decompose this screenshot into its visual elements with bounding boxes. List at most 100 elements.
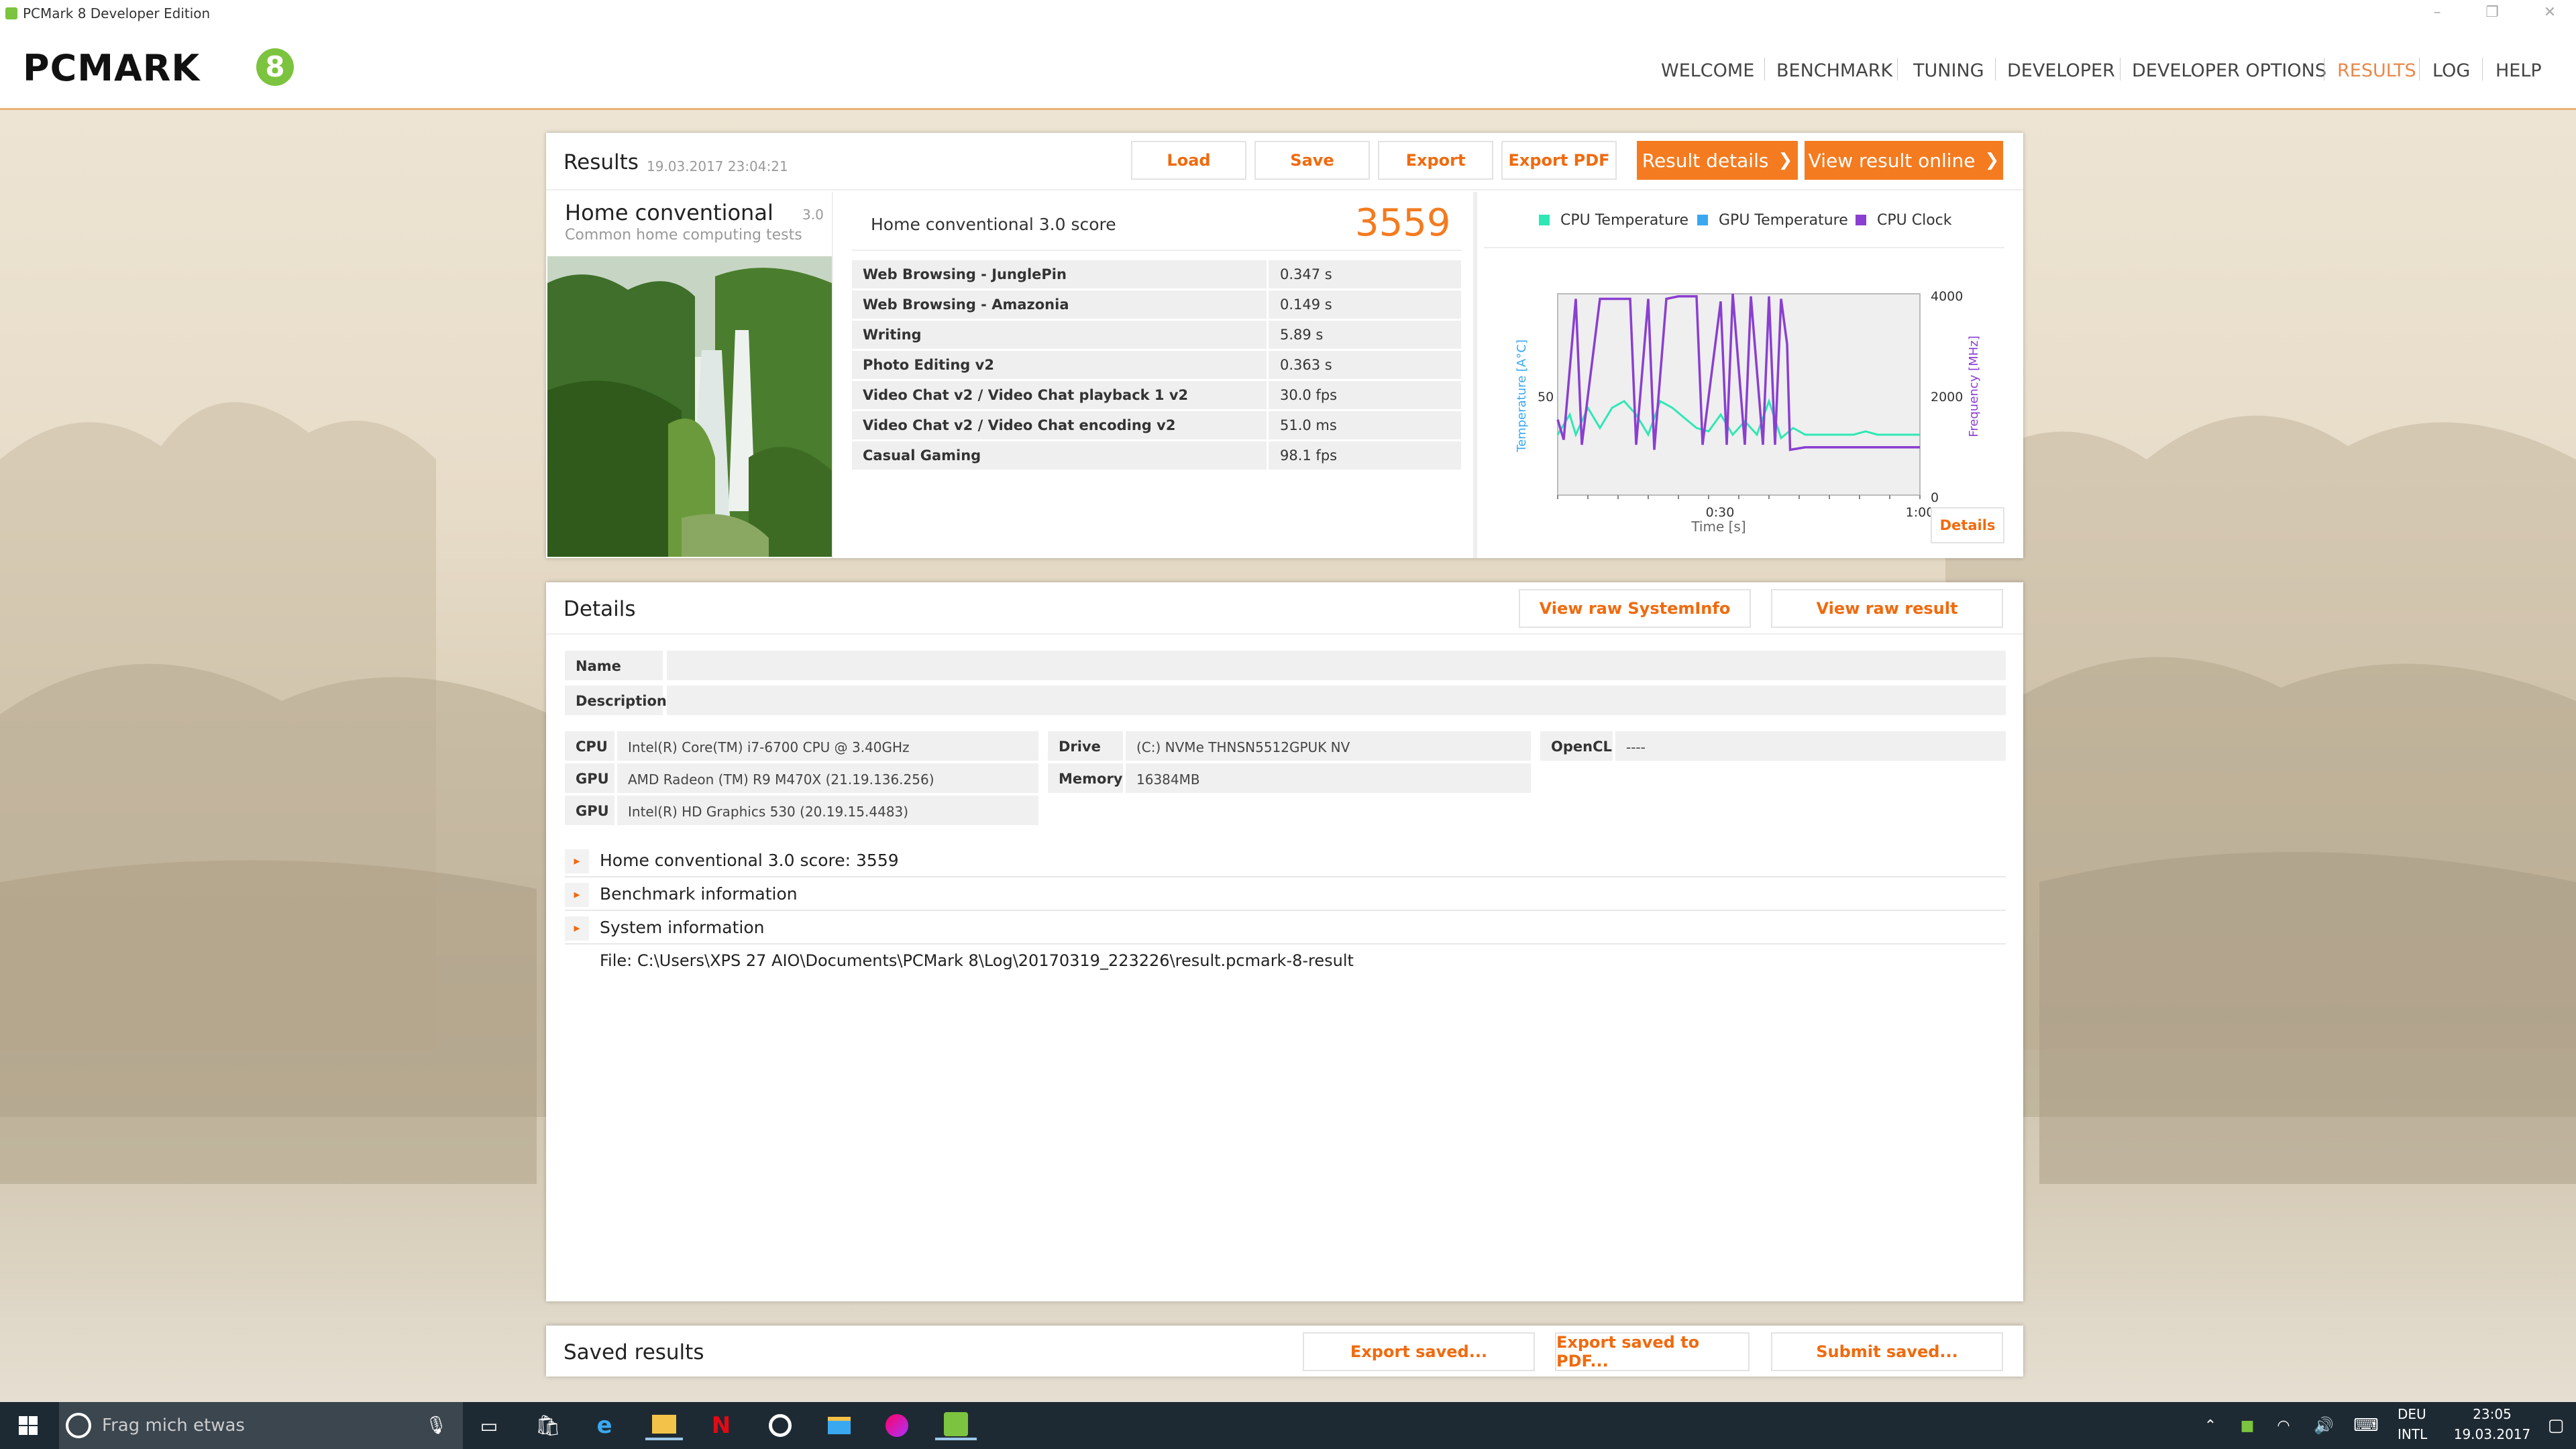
export-button[interactable]: Export xyxy=(1378,141,1493,180)
app-header: PCMARK 8 WELCOME BENCHMARK TUNING DEVELO… xyxy=(0,28,2576,110)
load-button[interactable]: Load xyxy=(1131,141,1246,180)
memory-label: Memory xyxy=(1048,763,1123,793)
export-saved-button[interactable]: Export saved... xyxy=(1303,1332,1535,1371)
test-row: Writing 5.89 s xyxy=(852,321,1461,349)
store-icon[interactable]: 🛍 xyxy=(531,1411,565,1440)
test-row: Web Browsing - JunglePin 0.347 s xyxy=(852,260,1461,288)
submit-saved-button[interactable]: Submit saved... xyxy=(1771,1332,2003,1371)
pcmark-taskbar-icon[interactable] xyxy=(935,1411,977,1440)
opencl-label: OpenCL xyxy=(1540,731,1613,761)
nav-welcome[interactable]: WELCOME xyxy=(1661,60,1754,81)
view-raw-systeminfo-button[interactable]: View raw SystemInfo xyxy=(1519,589,1751,628)
test-row: Web Browsing - Amazonia 0.149 s xyxy=(852,290,1461,319)
expand-arrow-icon[interactable]: ▸ xyxy=(565,916,589,941)
opencl-value: ---- xyxy=(1615,731,2006,761)
score-label: Home conventional 3.0 score xyxy=(871,215,1116,234)
tray-chevron-icon[interactable]: ⌃ xyxy=(2200,1411,2220,1440)
sensor-chart: Time [s] Temperature [A°C] Frequency [MH… xyxy=(1515,289,1981,535)
export-pdf-button[interactable]: Export PDF xyxy=(1501,141,1617,180)
expander-score[interactable]: ▸ Home conventional 3.0 score: 3559 xyxy=(565,845,2006,877)
gpu-value: Intel(R) HD Graphics 530 (20.19.15.4483) xyxy=(617,796,1038,825)
window-title: PCMark 8 Developer Edition xyxy=(23,5,211,21)
benchmark-thumbnail xyxy=(547,256,832,557)
view-result-online-button[interactable]: View result online ❯ xyxy=(1805,141,2003,180)
nav-benchmark[interactable]: BENCHMARK xyxy=(1776,60,1892,81)
cpu-value: Intel(R) Core(TM) i7-6700 CPU @ 3.40GHz xyxy=(617,731,1038,761)
nav-results[interactable]: RESULTS xyxy=(2337,60,2416,81)
memory-value: 16384MB xyxy=(1126,763,1531,793)
x-axis-label: Time [s] xyxy=(1690,519,1746,535)
legend-swatch xyxy=(1697,215,1708,225)
nav-developer-options[interactable]: DEVELOPER OPTIONS xyxy=(2132,60,2326,81)
gpu-label: GPU xyxy=(565,796,614,825)
name-value xyxy=(667,651,2006,680)
cpu-label: CPU xyxy=(565,731,614,761)
clock-time[interactable]: 23:05 xyxy=(2455,1406,2529,1422)
media-icon[interactable] xyxy=(763,1411,797,1440)
nav-developer[interactable]: DEVELOPER xyxy=(2007,60,2115,81)
search-placeholder: Frag mich etwas xyxy=(102,1415,245,1436)
input-layout[interactable]: INTL xyxy=(2398,1426,2427,1442)
keyboard-icon[interactable]: ⌨ xyxy=(2349,1411,2383,1440)
y-left-tick: 50 xyxy=(1538,390,1554,405)
itunes-icon[interactable] xyxy=(880,1411,914,1440)
test-row: Video Chat v2 / Video Chat encoding v2 51… xyxy=(852,411,1461,439)
cortana-icon[interactable] xyxy=(66,1413,91,1438)
test-row: Casual Gaming 98.1 fps xyxy=(852,441,1461,470)
description-value xyxy=(667,686,2006,715)
test-row: Video Chat v2 / Video Chat playback 1 v2… xyxy=(852,381,1461,409)
volume-icon[interactable]: 🔊 xyxy=(2312,1411,2336,1440)
saved-results-title: Saved results xyxy=(564,1340,704,1364)
chart-divider xyxy=(1473,192,1477,558)
nav-log[interactable]: LOG xyxy=(2432,60,2470,81)
x-tick: 0:30 xyxy=(1706,505,1735,520)
y-right-tick: 2000 xyxy=(1931,390,1963,405)
task-view-icon[interactable]: ▭ xyxy=(472,1411,506,1440)
microphone-icon[interactable]: 🎙 xyxy=(423,1411,449,1440)
x-tick: 1:00 xyxy=(1906,505,1935,520)
expander-benchmark-information[interactable]: ▸ Benchmark information xyxy=(565,879,2006,911)
legend-divider xyxy=(1484,247,2004,248)
nav-help[interactable]: HELP xyxy=(2496,60,2542,81)
result-file-path: File: C:\Users\XPS 27 AIO\Documents\PCMa… xyxy=(600,951,1354,970)
drive-label: Drive xyxy=(1048,731,1123,761)
drive-value: (C:) NVMe THNSN5512GPUK NV xyxy=(1126,731,1531,761)
pcmark-8-badge: 8 xyxy=(256,48,294,86)
benchmark-name: Home conventional xyxy=(565,200,773,225)
window-titlebar: PCMark 8 Developer Edition – ❐ ✕ xyxy=(0,0,2576,28)
input-language[interactable]: DEU xyxy=(2398,1406,2426,1422)
edge-icon[interactable]: e xyxy=(588,1411,621,1440)
app-icon[interactable] xyxy=(822,1411,856,1440)
details-title: Details xyxy=(564,597,636,621)
legend-cpu-clock: CPU Clock xyxy=(1877,212,1952,229)
netflix-icon[interactable]: N xyxy=(704,1411,738,1440)
minimize-icon[interactable]: – xyxy=(2427,4,2447,21)
network-icon[interactable]: ◠ xyxy=(2271,1411,2296,1440)
chart-details-button[interactable]: Details xyxy=(1931,507,2004,543)
legend-swatch xyxy=(1539,215,1550,225)
result-details-button[interactable]: Result details ❯ xyxy=(1637,141,1798,180)
legend-cpu-temp: CPU Temperature xyxy=(1560,212,1689,229)
notifications-icon[interactable]: ▢ xyxy=(2542,1411,2569,1440)
save-button[interactable]: Save xyxy=(1254,141,1370,180)
expand-arrow-icon[interactable]: ▸ xyxy=(565,883,589,907)
export-saved-pdf-button[interactable]: Export saved to PDF... xyxy=(1555,1332,1750,1371)
tray-app-icon[interactable]: ■ xyxy=(2235,1411,2259,1440)
legend-gpu-temp: GPU Temperature xyxy=(1719,212,1848,229)
explorer-icon[interactable] xyxy=(645,1411,683,1440)
score-value: 3559 xyxy=(1355,201,1451,245)
expand-arrow-icon[interactable]: ▸ xyxy=(565,849,589,873)
y-right-tick: 4000 xyxy=(1931,289,1963,304)
view-raw-result-button[interactable]: View raw result xyxy=(1771,589,2003,628)
nav-tuning[interactable]: TUNING xyxy=(1913,60,1984,81)
gpu-value: AMD Radeon (TM) R9 M470X (21.19.136.256) xyxy=(617,763,1038,793)
results-timestamp: 19.03.2017 23:04:21 xyxy=(647,158,788,174)
expander-system-information[interactable]: ▸ System information xyxy=(565,912,2006,945)
description-label: Description xyxy=(565,686,667,715)
maximize-icon[interactable]: ❐ xyxy=(2482,4,2502,21)
gpu-label: GPU xyxy=(565,763,614,793)
clock-date[interactable]: 19.03.2017 xyxy=(2442,1426,2542,1442)
results-title: Results xyxy=(564,150,639,174)
close-icon[interactable]: ✕ xyxy=(2540,4,2560,21)
windows-start-icon[interactable] xyxy=(13,1411,43,1440)
